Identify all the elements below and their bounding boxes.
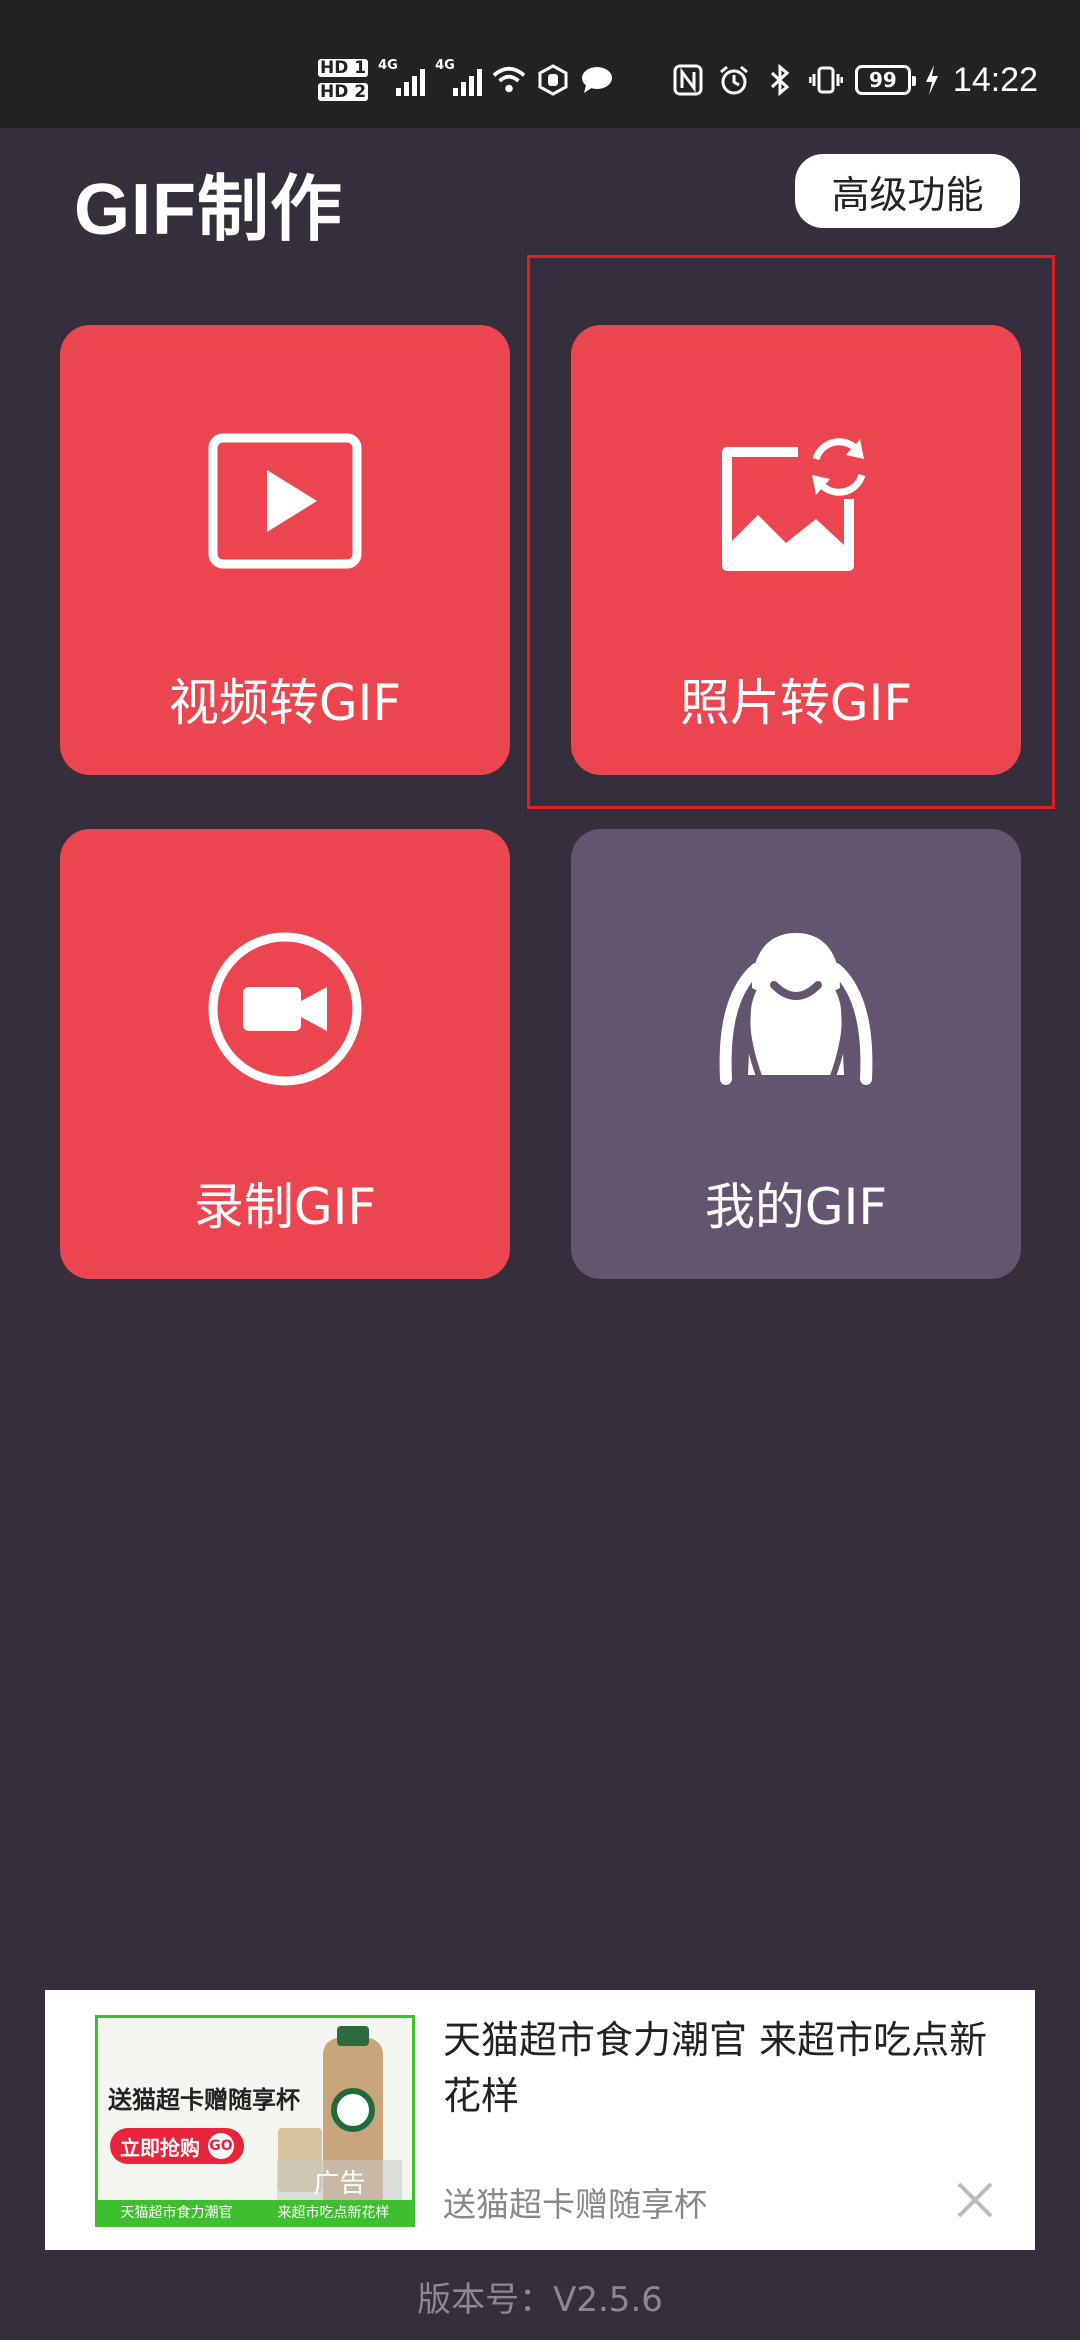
ad-footer-right: 来超市吃点新花样 bbox=[277, 2205, 390, 2221]
ad-title[interactable]: 天猫超市食力潮官 来超市吃点新花样 bbox=[443, 2012, 1003, 2124]
ad-image-footer: 天猫超市食力潮官 来超市吃点新花样 bbox=[98, 2200, 412, 2224]
photo-to-gif-label: 照片转GIF bbox=[679, 674, 913, 732]
ad-banner[interactable]: 送猫超卡赠随享杯 立即抢购 GO 广告 天猫超市食力潮官 来超市吃点新花样 天猫… bbox=[45, 1990, 1035, 2250]
network-type-2: 4G bbox=[435, 58, 455, 73]
hd2-label: HD 2 bbox=[318, 82, 369, 102]
record-camera-icon bbox=[205, 929, 365, 1089]
clock: 14:22 bbox=[952, 60, 1038, 99]
my-gif-tile[interactable]: 我的GIF bbox=[571, 829, 1021, 1279]
ad-subtitle: 送猫超卡赠随享杯 bbox=[443, 2185, 707, 2224]
page-title: GIF制作 bbox=[74, 170, 343, 250]
ad-badge: 广告 bbox=[277, 2160, 402, 2202]
hand-gesture-icon bbox=[536, 63, 570, 97]
ad-image-text: 送猫超卡赠随享杯 bbox=[108, 2086, 300, 2114]
charging-icon bbox=[923, 63, 941, 97]
hd1-label: HD 1 bbox=[318, 58, 369, 78]
ad-go-label: GO bbox=[208, 2133, 234, 2159]
close-icon[interactable] bbox=[945, 2170, 1005, 2230]
ad-image[interactable]: 送猫超卡赠随享杯 立即抢购 GO 广告 天猫超市食力潮官 来超市吃点新花样 bbox=[95, 2015, 415, 2227]
hd-indicator: HD 1 HD 2 bbox=[318, 58, 369, 102]
photo-to-gif-tile[interactable]: 照片转GIF bbox=[571, 325, 1021, 775]
advanced-features-button[interactable]: 高级功能 bbox=[795, 154, 1020, 228]
network-type-1: 4G bbox=[378, 58, 398, 73]
version-label: 版本号：V2.5.6 bbox=[417, 2280, 663, 2320]
message-icon bbox=[580, 63, 614, 97]
video-play-icon bbox=[205, 425, 365, 585]
status-left: HD 1 HD 2 4G 4G bbox=[318, 50, 614, 110]
status-right: 99 14:22 bbox=[671, 50, 1038, 110]
battery-level: 99 bbox=[868, 68, 897, 92]
signal-icon-2: 4G bbox=[435, 58, 483, 96]
video-to-gif-label: 视频转GIF bbox=[168, 674, 402, 732]
vibrate-icon bbox=[808, 63, 843, 97]
video-to-gif-tile[interactable]: 视频转GIF bbox=[60, 325, 510, 775]
alarm-icon bbox=[717, 63, 751, 97]
bluetooth-icon bbox=[763, 63, 797, 97]
mascot-icon bbox=[716, 929, 876, 1089]
record-gif-tile[interactable]: 录制GIF bbox=[60, 829, 510, 1279]
wifi-icon bbox=[492, 63, 526, 97]
ad-buy-now-label: 立即抢购 bbox=[120, 2135, 200, 2160]
photo-convert-icon bbox=[716, 425, 876, 585]
signal-icon-1: 4G bbox=[378, 58, 426, 96]
battery-icon: 99 bbox=[854, 65, 916, 95]
ad-buy-now-button[interactable]: 立即抢购 GO bbox=[110, 2128, 244, 2164]
my-gif-label: 我的GIF bbox=[704, 1178, 888, 1236]
nfc-icon bbox=[671, 63, 705, 97]
ad-footer-left: 天猫超市食力潮官 bbox=[120, 2205, 233, 2221]
record-gif-label: 录制GIF bbox=[193, 1178, 377, 1236]
status-bar: HD 1 HD 2 4G 4G 99 14:22 bbox=[0, 0, 1080, 128]
